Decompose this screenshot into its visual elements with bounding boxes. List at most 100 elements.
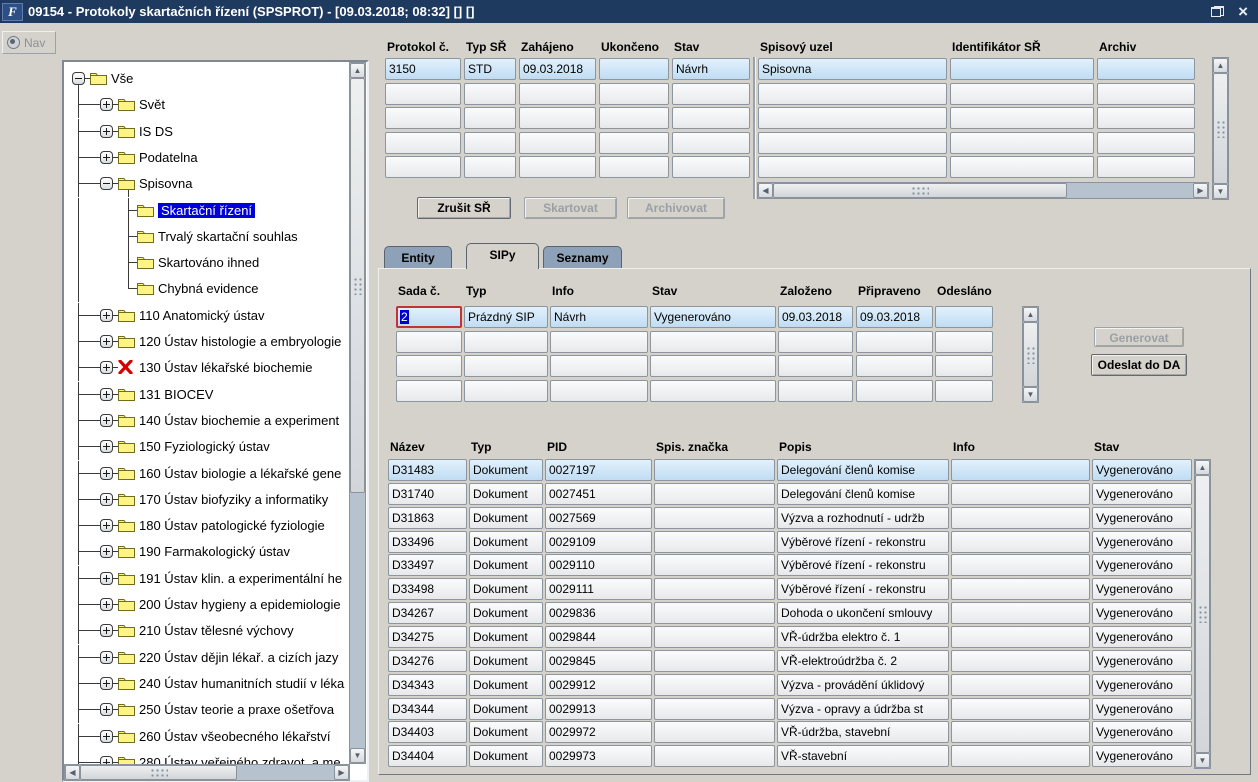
tab-entity[interactable]: Entity xyxy=(384,246,452,268)
tree-item[interactable]: 210 Ústav tělesné výchovy xyxy=(64,618,367,644)
protocol-table-cell[interactable] xyxy=(1097,107,1195,129)
protocol-table-cell[interactable] xyxy=(672,132,750,154)
tree-item[interactable]: 130 Ústav lékařské biochemie xyxy=(64,355,367,381)
tree-item[interactable]: 250 Ústav teorie a praxe ošetřova xyxy=(64,697,367,723)
scroll-up-icon[interactable]: ▲ xyxy=(1213,58,1228,73)
protocol-table-cell[interactable] xyxy=(464,83,516,105)
expand-icon[interactable] xyxy=(100,125,113,138)
tree-item[interactable]: Skartováno ihned xyxy=(64,250,367,276)
expand-icon[interactable] xyxy=(100,651,113,664)
tree-item[interactable]: Trvalý skartační souhlas xyxy=(64,224,367,250)
protocol-table-cell[interactable]: Spisovna xyxy=(758,58,947,80)
protocol-table-cell[interactable] xyxy=(599,83,669,105)
tab-seznamy[interactable]: Seznamy xyxy=(543,246,622,268)
collapse-icon[interactable] xyxy=(72,72,85,85)
tree-item[interactable]: 190 Farmakologický ústav xyxy=(64,539,367,565)
protocol-table-cell[interactable] xyxy=(758,107,947,129)
expand-icon[interactable] xyxy=(100,388,113,401)
nav-toggle[interactable]: Nav xyxy=(2,31,56,54)
tab-sipy[interactable]: SIPy xyxy=(466,243,539,269)
tree-item[interactable]: 120 Ústav histologie a embryologie xyxy=(64,329,367,355)
tree-item[interactable]: Podatelna xyxy=(64,145,367,171)
protocol-table-cell[interactable] xyxy=(1097,156,1195,178)
tree-item[interactable]: Vše xyxy=(64,66,367,92)
protocol-table-cell[interactable] xyxy=(385,132,461,154)
scroll-thumb[interactable] xyxy=(80,765,237,780)
tree-item[interactable]: 131 BIOCEV xyxy=(64,382,367,408)
protocol-table-cell[interactable] xyxy=(758,156,947,178)
protocol-table-cell[interactable]: 09.03.2018 xyxy=(519,58,596,80)
protocol-table-cell[interactable] xyxy=(464,132,516,154)
protocol-table-cell[interactable]: Návrh xyxy=(672,58,750,80)
expand-icon[interactable] xyxy=(100,519,113,532)
protocol-table-cell[interactable] xyxy=(519,83,596,105)
expand-icon[interactable] xyxy=(100,677,113,690)
protocol-table-cell[interactable] xyxy=(672,156,750,178)
tree-item[interactable]: Chybná evidence xyxy=(64,276,367,302)
protocol-table-cell[interactable]: 3150 xyxy=(385,58,461,80)
expand-icon[interactable] xyxy=(100,703,113,716)
protocol-table-cell[interactable] xyxy=(950,83,1094,105)
tree-item[interactable]: Spisovna xyxy=(64,171,367,197)
scroll-left-icon[interactable]: ◀ xyxy=(758,183,773,198)
protocol-table-cell[interactable] xyxy=(1097,58,1195,80)
protocol-table-cell[interactable] xyxy=(950,156,1094,178)
tree-item[interactable]: 150 Fyziologický ústav xyxy=(64,434,367,460)
tree-item[interactable]: 170 Ústav biofyziky a informatiky xyxy=(64,487,367,513)
tree-item[interactable]: 110 Anatomický ústav xyxy=(64,303,367,329)
expand-icon[interactable] xyxy=(100,624,113,637)
expand-icon[interactable] xyxy=(100,151,113,164)
scroll-right-icon[interactable]: ▶ xyxy=(1193,183,1208,198)
protocol-table-cell[interactable] xyxy=(672,107,750,129)
scroll-left-icon[interactable]: ◀ xyxy=(65,765,80,780)
scroll-thumb[interactable] xyxy=(773,183,1067,198)
protocol-table-cell[interactable] xyxy=(758,83,947,105)
tree-item[interactable]: 240 Ústav humanitních studií v léka xyxy=(64,671,367,697)
scroll-up-icon[interactable]: ▲ xyxy=(350,63,365,78)
protocol-table-cell[interactable] xyxy=(464,107,516,129)
protocol-table-cell[interactable] xyxy=(599,132,669,154)
expand-icon[interactable] xyxy=(100,98,113,111)
collapse-icon[interactable] xyxy=(100,177,113,190)
expand-icon[interactable] xyxy=(100,361,113,374)
restore-window-icon[interactable] xyxy=(1211,6,1224,17)
scroll-down-icon[interactable]: ▼ xyxy=(350,748,365,763)
expand-icon[interactable] xyxy=(100,414,113,427)
protocol-table-cell[interactable] xyxy=(464,156,516,178)
protocol-table-cell[interactable] xyxy=(599,58,669,80)
expand-icon[interactable] xyxy=(100,572,113,585)
tree-item[interactable]: Svět xyxy=(64,92,367,118)
expand-icon[interactable] xyxy=(100,467,113,480)
protocol-table-cell[interactable] xyxy=(1097,132,1195,154)
zrusit-sr-button[interactable]: Zrušit SŘ xyxy=(417,197,511,219)
tree-item[interactable]: 191 Ústav klin. a experimentální he xyxy=(64,566,367,592)
expand-icon[interactable] xyxy=(100,440,113,453)
tree-item[interactable]: 200 Ústav hygieny a epidemiologie xyxy=(64,592,367,618)
protocol-table-cell[interactable] xyxy=(758,132,947,154)
tree-item[interactable]: Skartační řízení xyxy=(64,198,367,224)
scroll-thumb[interactable] xyxy=(1213,73,1228,184)
tree-item[interactable]: 180 Ústav patologické fyziologie xyxy=(64,513,367,539)
scroll-right-icon[interactable]: ▶ xyxy=(334,765,349,780)
protocol-table-cell[interactable] xyxy=(672,83,750,105)
scroll-thumb[interactable] xyxy=(350,78,365,493)
tree-item[interactable]: 160 Ústav biologie a lékařské gene xyxy=(64,461,367,487)
expand-icon[interactable] xyxy=(100,309,113,322)
close-window-icon[interactable]: × xyxy=(1238,6,1248,17)
protocol-table-cell[interactable] xyxy=(519,107,596,129)
protocol-table-cell[interactable] xyxy=(1097,83,1195,105)
tree-item[interactable]: 220 Ústav dějin lékař. a cizích jazy xyxy=(64,645,367,671)
scroll-down-icon[interactable]: ▼ xyxy=(1213,184,1228,199)
protocol-table-cell[interactable]: STD xyxy=(464,58,516,80)
expand-icon[interactable] xyxy=(100,598,113,611)
expand-icon[interactable] xyxy=(100,730,113,743)
expand-icon[interactable] xyxy=(100,493,113,506)
expand-icon[interactable] xyxy=(100,335,113,348)
protocol-table-cell[interactable] xyxy=(950,107,1094,129)
expand-icon[interactable] xyxy=(100,545,113,558)
protocol-table-cell[interactable] xyxy=(950,132,1094,154)
protocol-table-cell[interactable] xyxy=(519,156,596,178)
protocol-table-cell[interactable] xyxy=(599,107,669,129)
protocol-table-cell[interactable] xyxy=(950,58,1094,80)
protocol-table-cell[interactable] xyxy=(385,83,461,105)
